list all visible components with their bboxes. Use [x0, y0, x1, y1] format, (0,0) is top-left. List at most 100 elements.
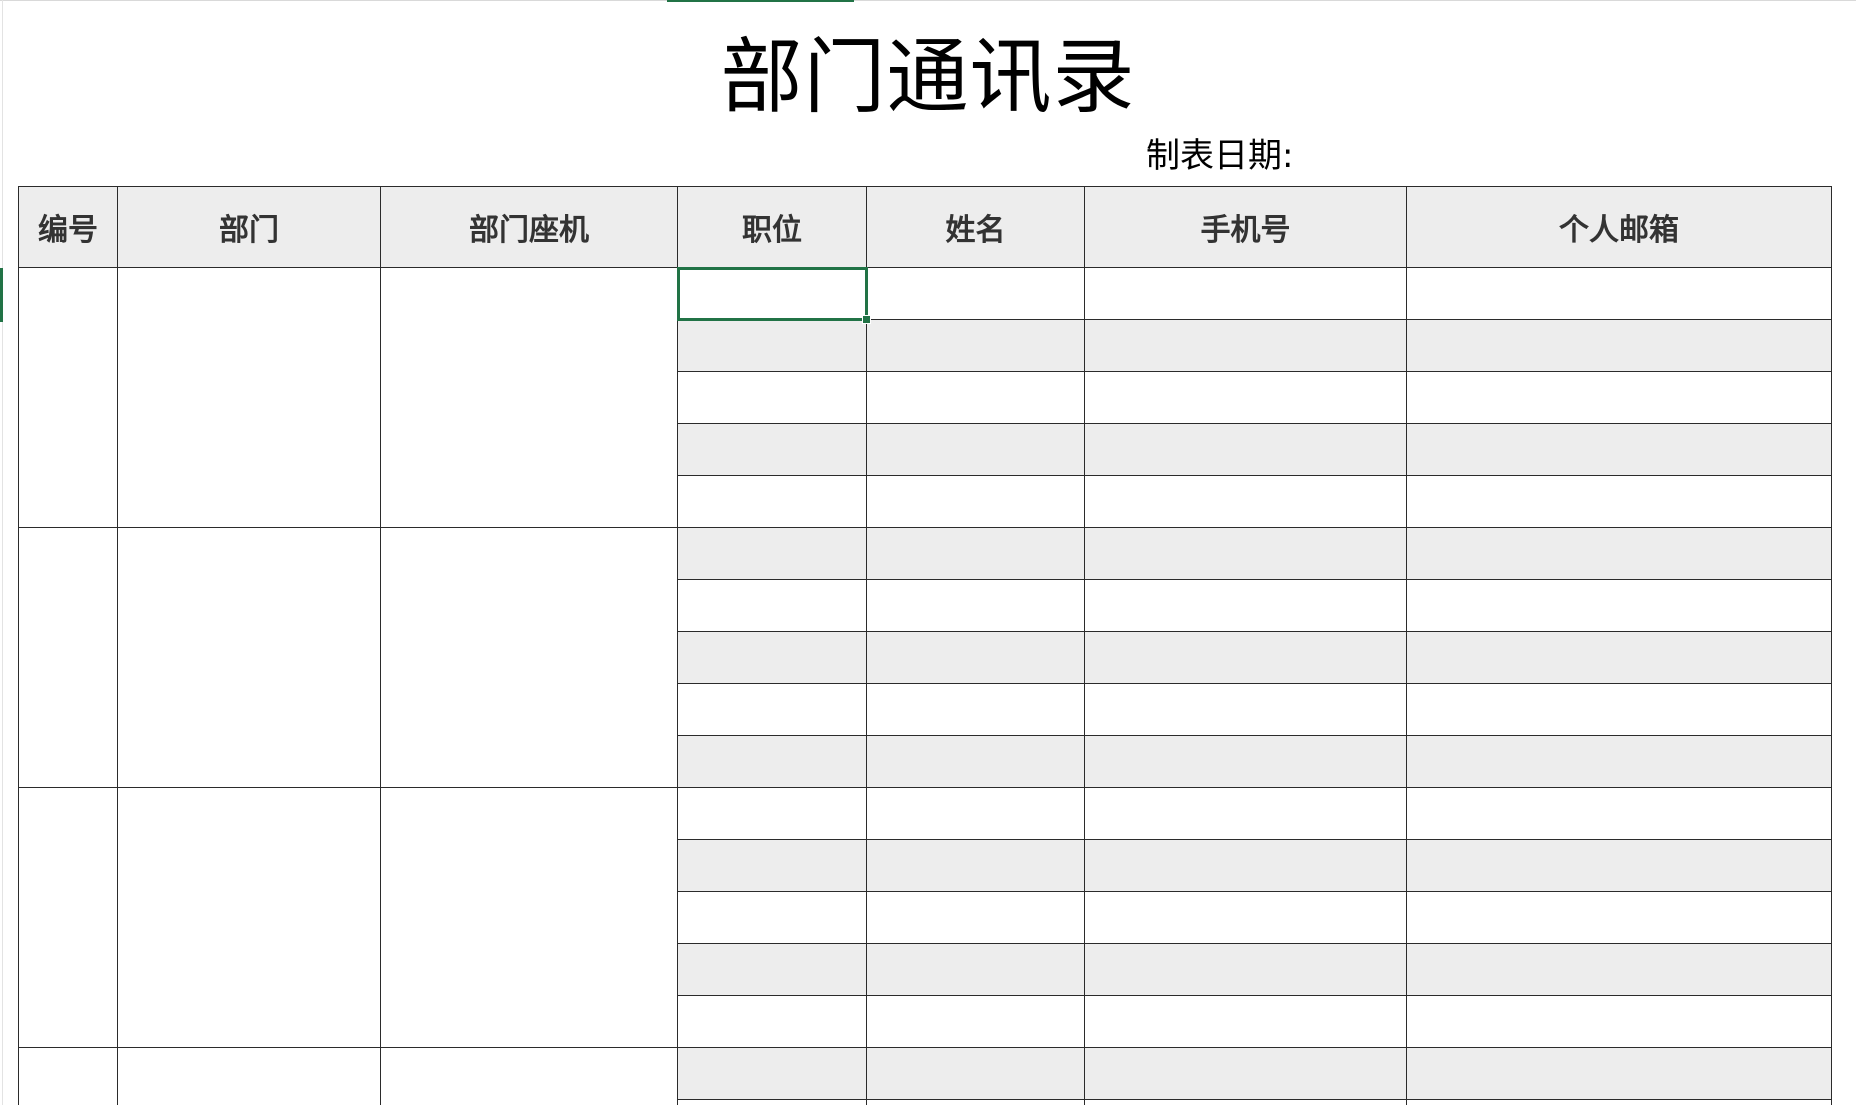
table-row	[18, 787, 1832, 1048]
table-cell[interactable]	[1406, 579, 1832, 632]
merged-cell-department-phone[interactable]	[380, 527, 678, 788]
table-cell[interactable]	[1406, 527, 1832, 580]
table-cell[interactable]	[1084, 1047, 1407, 1100]
table-cell[interactable]	[1406, 1099, 1832, 1105]
merged-cell-department[interactable]	[117, 1047, 381, 1105]
table-cell[interactable]	[1084, 839, 1407, 892]
table-cell[interactable]	[866, 683, 1085, 736]
table-cell[interactable]	[1406, 423, 1832, 476]
merged-cell-id[interactable]	[18, 267, 118, 528]
table-cell[interactable]	[1084, 735, 1407, 788]
spreadsheet-canvas: 部门通讯录 制表日期: 编号 部门 部门座机 职位 姓名 手机号 个人邮箱	[0, 0, 1856, 1105]
merged-cell-department-phone[interactable]	[380, 787, 678, 1048]
table-cell[interactable]	[866, 319, 1085, 372]
table-cell[interactable]	[866, 527, 1085, 580]
table-cell[interactable]	[1084, 1099, 1407, 1105]
table-cell[interactable]	[866, 631, 1085, 684]
merged-cell-id[interactable]	[18, 1047, 118, 1105]
table-cell[interactable]	[677, 1047, 867, 1100]
table-cell[interactable]	[1406, 995, 1832, 1048]
active-row-indicator	[0, 268, 3, 322]
table-cell[interactable]	[866, 1047, 1085, 1100]
table-cell[interactable]	[1084, 943, 1407, 996]
table-cell[interactable]	[677, 943, 867, 996]
table-cell[interactable]	[677, 527, 867, 580]
table-cell[interactable]	[1084, 423, 1407, 476]
table-cell[interactable]	[677, 787, 867, 840]
table-cell[interactable]	[1406, 735, 1832, 788]
table-cell[interactable]	[1084, 631, 1407, 684]
sheet-title[interactable]: 部门通讯录	[0, 28, 1856, 128]
merged-cell-id[interactable]	[18, 527, 118, 788]
merged-cell-department-phone[interactable]	[380, 1047, 678, 1105]
selected-cell[interactable]	[676, 266, 871, 324]
table-cell[interactable]	[677, 631, 867, 684]
table-cell[interactable]	[1084, 527, 1407, 580]
sheet-top-border	[0, 0, 1856, 1]
table-cell[interactable]	[1084, 319, 1407, 372]
table-cell[interactable]	[1406, 1047, 1832, 1100]
table-cell[interactable]	[866, 943, 1085, 996]
table-row	[18, 527, 1832, 788]
table-cell[interactable]	[866, 787, 1085, 840]
table-cell[interactable]	[677, 891, 867, 944]
table-cell[interactable]	[1406, 267, 1832, 320]
table-cell[interactable]	[1406, 631, 1832, 684]
merged-cell-department[interactable]	[117, 787, 381, 1048]
column-header-id[interactable]: 编号	[18, 186, 118, 268]
table-cell[interactable]	[677, 475, 867, 528]
table-row	[18, 1047, 1832, 1105]
table-cell[interactable]	[866, 267, 1085, 320]
table-cell[interactable]	[677, 579, 867, 632]
table-cell[interactable]	[677, 735, 867, 788]
table-cell[interactable]	[1406, 371, 1832, 424]
table-cell[interactable]	[677, 995, 867, 1048]
table-cell[interactable]	[1406, 839, 1832, 892]
table-cell[interactable]	[866, 475, 1085, 528]
fill-handle[interactable]	[862, 315, 871, 324]
table-cell[interactable]	[1406, 787, 1832, 840]
table-cell[interactable]	[1406, 891, 1832, 944]
column-header-department[interactable]: 部门	[117, 186, 381, 268]
table-row	[18, 266, 1832, 528]
table-cell[interactable]	[866, 1099, 1085, 1105]
merged-cell-department[interactable]	[117, 527, 381, 788]
column-header-department-phone[interactable]: 部门座机	[380, 186, 678, 268]
table-cell[interactable]	[677, 319, 867, 372]
table-cell[interactable]	[1406, 683, 1832, 736]
column-header-email[interactable]: 个人邮箱	[1406, 186, 1832, 268]
table-cell[interactable]	[866, 423, 1085, 476]
table-cell[interactable]	[1084, 787, 1407, 840]
table-cell[interactable]	[866, 839, 1085, 892]
table-cell[interactable]	[1084, 475, 1407, 528]
table-cell[interactable]	[1406, 319, 1832, 372]
merged-cell-department-phone[interactable]	[380, 267, 678, 528]
header-row: 编号 部门 部门座机 职位 姓名 手机号 个人邮箱	[18, 186, 1832, 268]
table-cell[interactable]	[677, 371, 867, 424]
table-cell[interactable]	[677, 839, 867, 892]
table-cell[interactable]	[1406, 475, 1832, 528]
table-cell[interactable]	[1406, 943, 1832, 996]
table-cell[interactable]	[1084, 267, 1407, 320]
table-cell[interactable]	[1084, 995, 1407, 1048]
table-cell[interactable]	[866, 579, 1085, 632]
table-cell[interactable]	[677, 683, 867, 736]
table-cell[interactable]	[1084, 891, 1407, 944]
date-label[interactable]: 制表日期:	[1146, 134, 1293, 178]
merged-cell-id[interactable]	[18, 787, 118, 1048]
column-header-mobile[interactable]: 手机号	[1084, 186, 1407, 268]
directory-table: 编号 部门 部门座机 职位 姓名 手机号 个人邮箱	[18, 186, 1832, 1105]
column-header-position[interactable]: 职位	[677, 186, 867, 268]
column-header-name[interactable]: 姓名	[866, 186, 1085, 268]
table-cell[interactable]	[1084, 371, 1407, 424]
table-cell[interactable]	[1084, 579, 1407, 632]
table-cell[interactable]	[866, 735, 1085, 788]
table-cell[interactable]	[866, 891, 1085, 944]
table-cell[interactable]	[866, 371, 1085, 424]
table-cell[interactable]	[677, 1099, 867, 1105]
table-cell[interactable]	[1084, 683, 1407, 736]
table-cell[interactable]	[866, 995, 1085, 1048]
merged-cell-department[interactable]	[117, 267, 381, 528]
sheet-left-border	[2, 0, 3, 1105]
table-cell[interactable]	[677, 423, 867, 476]
